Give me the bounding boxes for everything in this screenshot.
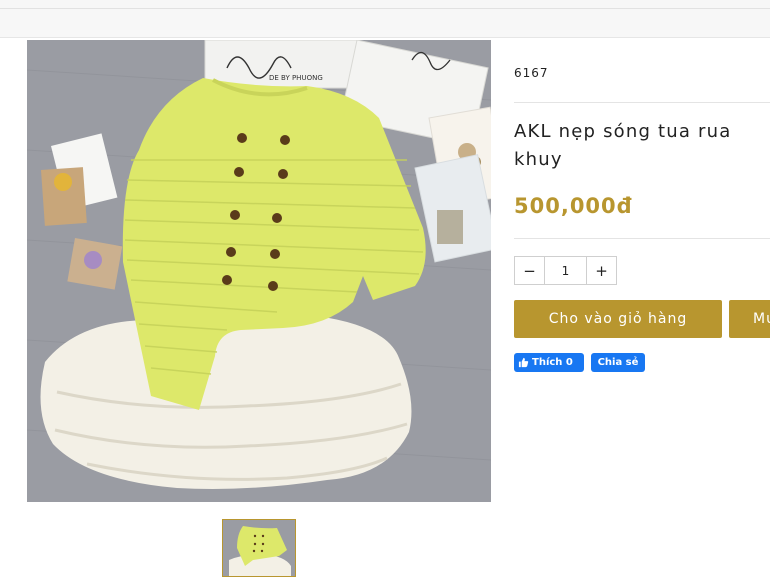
product-photo: DE BY PHUONG [27, 40, 491, 502]
product-title-line1: AKL nẹp sóng tua rua [514, 121, 732, 142]
buy-now-button[interactable]: Mua [729, 300, 770, 338]
quantity-increase-button[interactable]: + [587, 257, 616, 284]
quantity-decrease-button[interactable]: − [515, 257, 544, 284]
price-divider [514, 238, 770, 239]
facebook-share-button[interactable]: Chia sẻ [591, 353, 645, 372]
product-main-image[interactable]: DE BY PHUONG [27, 40, 491, 502]
quantity-stepper: − 1 + [514, 256, 617, 285]
header-rule [0, 8, 770, 9]
facebook-like-button[interactable]: Thích 0 [514, 353, 584, 372]
svg-text:DE BY PHUONG: DE BY PHUONG [269, 74, 323, 82]
info-divider [514, 102, 770, 103]
product-sku: 6167 [514, 66, 549, 80]
quantity-input[interactable]: 1 [544, 257, 587, 284]
product-thumbnail[interactable] [222, 519, 296, 577]
facebook-like-label: Thích 0 [532, 357, 573, 368]
site-header-bar [0, 0, 770, 38]
product-title: AKL nẹp sóng tua rua khuy [514, 118, 770, 174]
thumbs-up-icon [518, 357, 529, 368]
product-title-line2: khuy [514, 149, 563, 170]
product-price: 500,000đ [514, 194, 633, 218]
thumbnail-photo [223, 520, 295, 576]
white-ruffle-skirt [40, 316, 412, 489]
add-to-cart-button[interactable]: Cho vào giỏ hàng [514, 300, 722, 338]
